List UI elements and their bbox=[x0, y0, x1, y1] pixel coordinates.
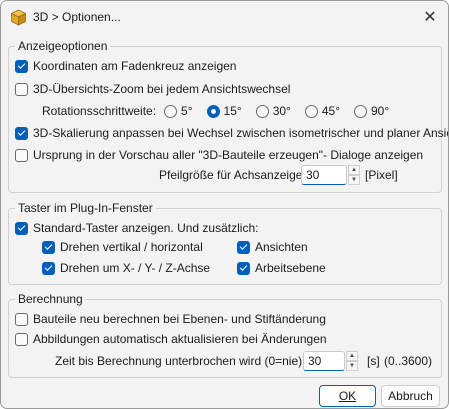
checkbox-label: Standard-Taster anzeigen. Und zusätzlich… bbox=[33, 221, 259, 235]
checkbox-label: Bauteile neu berechnen bei Ebenen- und S… bbox=[33, 312, 326, 326]
arrow-size-input[interactable]: 30 bbox=[301, 165, 347, 185]
cancel-button[interactable]: Abbruch bbox=[381, 385, 440, 407]
radio-unselected-icon bbox=[304, 104, 318, 118]
radio-unselected-icon bbox=[354, 104, 367, 118]
spin-down-icon[interactable]: ▼ bbox=[348, 175, 360, 185]
window-title: 3D > Optionen... bbox=[33, 10, 121, 24]
radio-unselected-icon bbox=[255, 104, 269, 118]
arrow-size-unit: [Pixel] bbox=[365, 168, 398, 182]
spin-up-icon[interactable]: ▲ bbox=[346, 351, 358, 361]
calculation-title: Berechnung bbox=[15, 292, 86, 306]
arrow-size-label: Pfeilgröße für Achsanzeige: bbox=[159, 168, 306, 182]
radio-selected-icon bbox=[206, 104, 220, 118]
scaling-checkbox[interactable]: 3D-Skalierung anpassen bei Wechsel zwisc… bbox=[15, 125, 449, 141]
interrupt-label-row: Zeit bis Berechnung unterbrochen wird (0… bbox=[55, 353, 305, 369]
checkbox-checked-icon bbox=[237, 240, 250, 254]
rotate-vertical-horizontal-checkbox[interactable]: Drehen vertikal / horizontal bbox=[42, 239, 203, 255]
spin-buttons: ▲ ▼ bbox=[346, 351, 358, 371]
recalc-parts-checkbox[interactable]: Bauteile neu berechnen bei Ebenen- und S… bbox=[15, 311, 326, 327]
origin-preview-checkbox[interactable]: Ursprung in der Vorschau aller "3D-Baute… bbox=[15, 147, 423, 163]
checkbox-unchecked-icon bbox=[15, 148, 28, 162]
checkbox-label: Ursprung in der Vorschau aller "3D-Baute… bbox=[33, 148, 424, 162]
close-button[interactable]: ✕ bbox=[412, 1, 448, 33]
checkbox-unchecked-icon bbox=[15, 312, 28, 326]
rotation-step-row: Rotationsschrittweite: 5° 15° 30° 45° 90… bbox=[42, 103, 403, 119]
checkbox-checked-icon bbox=[15, 59, 28, 73]
checkbox-label: Ansichten bbox=[255, 240, 308, 254]
overview-zoom-checkbox[interactable]: 3D-Übersichts-Zoom bei jedem Ansichtswec… bbox=[15, 81, 290, 97]
checkbox-label: Abbildungen automatisch aktualisieren be… bbox=[33, 332, 327, 346]
checkbox-checked-icon bbox=[237, 261, 250, 275]
checkbox-label: Drehen vertikal / horizontal bbox=[60, 240, 203, 254]
rotation-radio-5[interactable]: 5° bbox=[164, 103, 193, 119]
interrupt-stepper[interactable]: 30 ▲ ▼ bbox=[303, 351, 358, 371]
checkbox-label: 3D-Skalierung anpassen bei Wechsel zwisc… bbox=[33, 126, 449, 140]
spin-down-icon[interactable]: ▼ bbox=[346, 361, 358, 371]
arrow-size-label-row: Pfeilgröße für Achsanzeige: bbox=[159, 167, 306, 183]
interrupt-unit-row: [s] bbox=[367, 353, 380, 369]
rotation-radio-30[interactable]: 30° bbox=[255, 103, 291, 119]
radio-label: 45° bbox=[321, 104, 340, 118]
checkbox-checked-icon bbox=[42, 261, 55, 275]
checkbox-label: Arbeitsebene bbox=[255, 261, 326, 275]
checkbox-checked-icon bbox=[42, 240, 55, 254]
spin-buttons: ▲ ▼ bbox=[348, 165, 360, 185]
workplane-checkbox[interactable]: Arbeitsebene bbox=[237, 260, 326, 276]
checkbox-unchecked-icon bbox=[15, 332, 28, 346]
checkbox-checked-icon bbox=[15, 126, 28, 140]
ok-button[interactable]: OK bbox=[319, 385, 376, 407]
options-dialog: 3D > Optionen... ✕ Anzeigeoptionen Koord… bbox=[0, 0, 449, 409]
rotation-radio-45[interactable]: 45° bbox=[304, 103, 340, 119]
cancel-button-label: Abbruch bbox=[388, 389, 433, 403]
radio-label: 15° bbox=[223, 104, 242, 118]
interrupt-range: (0..3600) bbox=[384, 354, 433, 368]
rotate-xyz-checkbox[interactable]: Drehen um X- / Y- / Z-Achse bbox=[42, 260, 210, 276]
radio-label: 5° bbox=[181, 104, 193, 118]
cube-icon bbox=[10, 9, 27, 26]
radio-label: 30° bbox=[272, 104, 291, 118]
radio-label: 90° bbox=[371, 104, 390, 118]
checkbox-unchecked-icon bbox=[15, 82, 28, 96]
rotation-step-label: Rotationsschrittweite: bbox=[42, 104, 157, 118]
rotation-radio-15[interactable]: 15° bbox=[206, 103, 242, 119]
spin-up-icon[interactable]: ▲ bbox=[348, 165, 360, 175]
checkbox-checked-icon bbox=[15, 221, 28, 235]
checkbox-label: Drehen um X- / Y- / Z-Achse bbox=[60, 261, 211, 275]
interrupt-input[interactable]: 30 bbox=[303, 351, 345, 371]
plugin-buttons-title: Taster im Plug-In-Fenster bbox=[15, 201, 156, 215]
title-bar: 3D > Optionen... ✕ bbox=[1, 1, 448, 33]
interrupt-label: Zeit bis Berechnung unterbrochen wird (0… bbox=[55, 354, 306, 368]
display-options-title: Anzeigeoptionen bbox=[15, 39, 111, 53]
checkbox-label: Koordinaten am Fadenkreuz anzeigen bbox=[33, 59, 237, 73]
interrupt-range-row: (0..3600) bbox=[384, 353, 432, 369]
close-icon: ✕ bbox=[423, 9, 437, 26]
checkbox-label: 3D-Übersichts-Zoom bei jedem Ansichtswec… bbox=[33, 82, 291, 96]
arrow-size-stepper[interactable]: 30 ▲ ▼ bbox=[301, 165, 360, 185]
interrupt-unit: [s] bbox=[367, 354, 380, 368]
rotation-radio-90[interactable]: 90° bbox=[354, 103, 389, 119]
radio-unselected-icon bbox=[164, 104, 178, 118]
ok-button-label: OK bbox=[338, 389, 357, 403]
auto-update-checkbox[interactable]: Abbildungen automatisch aktualisieren be… bbox=[15, 331, 327, 347]
views-checkbox[interactable]: Ansichten bbox=[237, 239, 308, 255]
crosshair-coordinates-checkbox[interactable]: Koordinaten am Fadenkreuz anzeigen bbox=[15, 58, 236, 74]
standard-buttons-checkbox[interactable]: Standard-Taster anzeigen. Und zusätzlich… bbox=[15, 220, 258, 236]
arrow-size-unit-row: [Pixel] bbox=[365, 167, 398, 183]
